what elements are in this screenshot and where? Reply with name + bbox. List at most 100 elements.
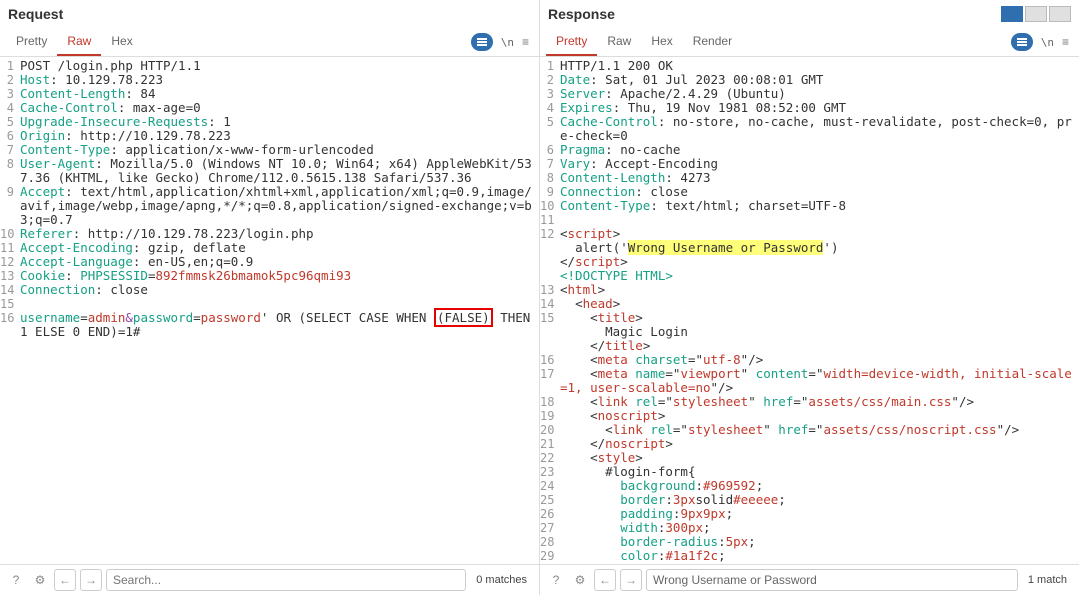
code-line[interactable]: Date: Sat, 01 Jul 2023 00:08:01 GMT xyxy=(558,73,1079,87)
line-number: 15 xyxy=(0,297,18,311)
code-line[interactable]: color:#1a1f2c; xyxy=(558,549,1079,563)
code-line[interactable]: <link rel="stylesheet" href="assets/css/… xyxy=(558,395,1079,409)
line-number: 15 xyxy=(540,311,558,325)
tab-raw[interactable]: Raw xyxy=(57,28,101,56)
tab-hex[interactable]: Hex xyxy=(101,28,142,56)
code-line[interactable]: HTTP/1.1 200 OK xyxy=(558,59,1079,73)
search-input[interactable] xyxy=(106,569,466,591)
gear-icon[interactable]: ⚙ xyxy=(30,570,50,590)
response-footer: ? ⚙ ← → 1 match xyxy=(540,564,1079,595)
line-number: 10 xyxy=(0,227,18,241)
view-bottom[interactable] xyxy=(1049,6,1071,22)
actions-pill[interactable] xyxy=(1011,33,1033,51)
line-number: 4 xyxy=(540,101,558,115)
line-number: 23 xyxy=(540,465,558,479)
line-number: 18 xyxy=(540,395,558,409)
line-number: 16 xyxy=(0,311,18,325)
menu-icon[interactable]: ≡ xyxy=(1058,35,1073,49)
view-split[interactable] xyxy=(1001,6,1023,22)
code-line[interactable]: <title> xyxy=(558,311,1079,325)
code-line[interactable]: <!DOCTYPE HTML> xyxy=(558,269,1079,283)
code-line[interactable]: <html> xyxy=(558,283,1079,297)
next-match[interactable]: → xyxy=(620,569,642,591)
code-line[interactable]: Server: Apache/2.4.29 (Ubuntu) xyxy=(558,87,1079,101)
code-line[interactable]: Cache-Control: max-age=0 xyxy=(18,101,539,115)
line-number: 6 xyxy=(0,129,18,143)
tab-pretty[interactable]: Pretty xyxy=(6,28,57,56)
code-line[interactable]: #login-form{ xyxy=(558,465,1079,479)
code-line[interactable]: </title> xyxy=(558,339,1079,353)
code-line[interactable]: User-Agent: Mozilla/5.0 (Windows NT 10.0… xyxy=(18,157,539,185)
code-line[interactable]: Content-Type: application/x-www-form-url… xyxy=(18,143,539,157)
code-line[interactable]: username=admin&password=password' OR (SE… xyxy=(18,311,539,339)
line-number: 1 xyxy=(540,59,558,73)
help-icon[interactable]: ? xyxy=(546,570,566,590)
code-line[interactable]: width:300px; xyxy=(558,521,1079,535)
view-mode-buttons xyxy=(1001,6,1071,22)
line-number: 20 xyxy=(540,423,558,437)
help-icon[interactable]: ? xyxy=(6,570,26,590)
tab-pretty[interactable]: Pretty xyxy=(546,28,597,56)
code-line[interactable]: Origin: http://10.129.78.223 xyxy=(18,129,539,143)
actions-pill[interactable] xyxy=(471,33,493,51)
response-code[interactable]: 1HTTP/1.1 200 OK2Date: Sat, 01 Jul 2023 … xyxy=(540,57,1079,564)
tab-hex[interactable]: Hex xyxy=(641,28,682,56)
code-line[interactable]: <meta name="viewport" content="width=dev… xyxy=(558,367,1079,395)
code-line[interactable]: Cache-Control: no-store, no-cache, must-… xyxy=(558,115,1079,143)
code-line[interactable]: Pragma: no-cache xyxy=(558,143,1079,157)
code-line[interactable]: Connection: close xyxy=(18,283,539,297)
code-line[interactable]: Magic Login xyxy=(558,325,1079,339)
code-line[interactable]: POST /login.php HTTP/1.1 xyxy=(18,59,539,73)
newline-toggle[interactable]: \n xyxy=(501,36,514,49)
code-line[interactable]: padding:9px9px; xyxy=(558,507,1079,521)
code-line[interactable]: Content-Length: 4273 xyxy=(558,171,1079,185)
code-line[interactable]: <script> xyxy=(558,227,1079,241)
code-line[interactable]: Accept-Language: en-US,en;q=0.9 xyxy=(18,255,539,269)
code-line[interactable]: Host: 10.129.78.223 xyxy=(18,73,539,87)
code-line[interactable]: background:#969592; xyxy=(558,479,1079,493)
line-number: 9 xyxy=(0,185,18,199)
code-line[interactable]: Accept: text/html,application/xhtml+xml,… xyxy=(18,185,539,227)
code-line[interactable]: Content-Length: 84 xyxy=(18,87,539,101)
line-number: 29 xyxy=(540,549,558,563)
code-line[interactable]: </script> xyxy=(558,255,1079,269)
line-number: 3 xyxy=(540,87,558,101)
prev-match[interactable]: ← xyxy=(54,569,76,591)
line-number: 8 xyxy=(0,157,18,171)
code-line[interactable]: </noscript> xyxy=(558,437,1079,451)
tab-render[interactable]: Render xyxy=(683,28,742,56)
request-code[interactable]: 1POST /login.php HTTP/1.12Host: 10.129.7… xyxy=(0,57,539,564)
line-number: 13 xyxy=(540,283,558,297)
code-line[interactable]: alert('Wrong Username or Password') xyxy=(558,241,1079,255)
code-line[interactable]: Referer: http://10.129.78.223/login.php xyxy=(18,227,539,241)
code-line[interactable]: border-radius:5px; xyxy=(558,535,1079,549)
code-line[interactable]: Vary: Accept-Encoding xyxy=(558,157,1079,171)
gear-icon[interactable]: ⚙ xyxy=(570,570,590,590)
line-number: 17 xyxy=(540,367,558,381)
tab-raw[interactable]: Raw xyxy=(597,28,641,56)
prev-match[interactable]: ← xyxy=(594,569,616,591)
newline-toggle[interactable]: \n xyxy=(1041,36,1054,49)
code-line[interactable]: Expires: Thu, 19 Nov 1981 08:52:00 GMT xyxy=(558,101,1079,115)
view-top[interactable] xyxy=(1025,6,1047,22)
code-line[interactable]: Connection: close xyxy=(558,185,1079,199)
code-line[interactable]: <meta charset="utf-8"/> xyxy=(558,353,1079,367)
menu-icon[interactable]: ≡ xyxy=(518,35,533,49)
code-line[interactable]: <noscript> xyxy=(558,409,1079,423)
line-number: 21 xyxy=(540,437,558,451)
code-line[interactable]: border:3pxsolid#eeeee; xyxy=(558,493,1079,507)
code-line[interactable]: Cookie: PHPSESSID=892fmmsk26bmamok5pc96q… xyxy=(18,269,539,283)
code-line[interactable]: <style> xyxy=(558,451,1079,465)
code-line[interactable]: Accept-Encoding: gzip, deflate xyxy=(18,241,539,255)
code-line[interactable]: <head> xyxy=(558,297,1079,311)
code-line[interactable]: Upgrade-Insecure-Requests: 1 xyxy=(18,115,539,129)
code-line[interactable]: <link rel="stylesheet" href="assets/css/… xyxy=(558,423,1079,437)
search-input[interactable] xyxy=(646,569,1018,591)
line-number: 27 xyxy=(540,521,558,535)
line-number: 14 xyxy=(0,283,18,297)
next-match[interactable]: → xyxy=(80,569,102,591)
code-line[interactable]: Content-Type: text/html; charset=UTF-8 xyxy=(558,199,1079,213)
line-number: 26 xyxy=(540,507,558,521)
match-count: 0 matches xyxy=(470,574,533,586)
line-number: 7 xyxy=(540,157,558,171)
